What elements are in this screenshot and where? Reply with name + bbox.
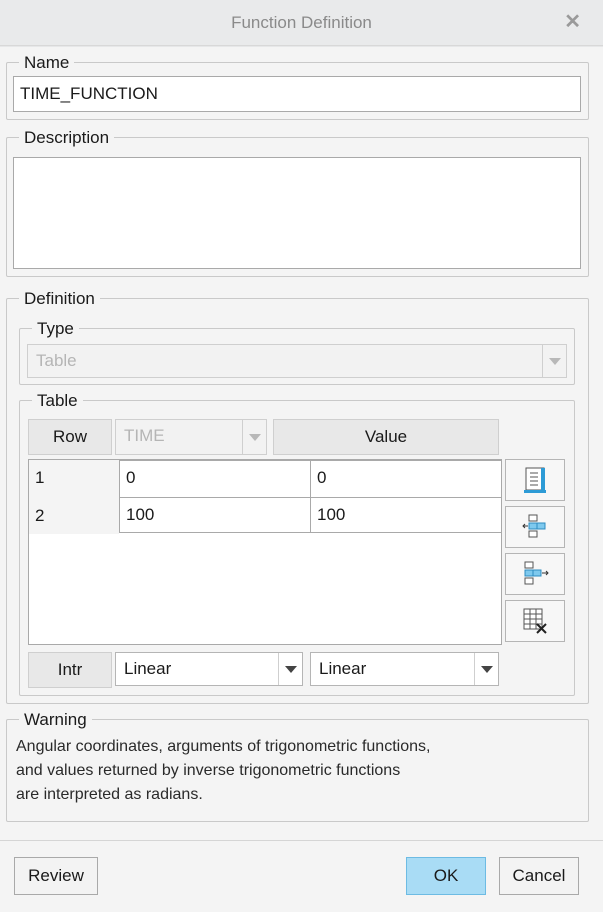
chevron-down-icon[interactable] [474, 653, 498, 685]
warning-text: Angular coordinates, arguments of trigon… [16, 735, 430, 807]
cancel-button[interactable]: Cancel [499, 857, 579, 895]
chevron-down-icon [542, 345, 566, 377]
row-index: 1 [29, 460, 119, 498]
table-legend: Table [32, 391, 83, 411]
table-group: Table Row TIME Value 1 0 0 2 100 100 Int… [19, 391, 575, 696]
insert-row-after-button[interactable] [505, 553, 565, 595]
time-interp-select[interactable]: Linear [115, 652, 303, 686]
type-select: Table [27, 344, 567, 378]
value-interp-value: Linear [319, 659, 367, 678]
type-legend: Type [32, 319, 79, 339]
value-cell[interactable]: 0 [310, 460, 502, 498]
insert-row-before-button[interactable] [505, 506, 565, 548]
close-icon[interactable]: ✕ [564, 12, 581, 32]
chevron-down-icon[interactable] [278, 653, 302, 685]
description-legend: Description [19, 128, 115, 148]
description-textarea[interactable] [13, 157, 581, 269]
description-group: Description [6, 128, 589, 277]
row-index: 2 [29, 498, 119, 534]
delete-table-button[interactable] [505, 600, 565, 642]
definition-legend: Definition [19, 289, 100, 309]
warning-line: are interpreted as radians. [16, 786, 203, 803]
time-interp-value: Linear [124, 659, 172, 678]
time-column-value: TIME [124, 426, 165, 445]
window-title: Function Definition [231, 13, 372, 32]
name-legend: Name [19, 53, 75, 73]
type-select-value: Table [36, 351, 77, 370]
data-grid[interactable]: 1 0 0 2 100 100 [28, 459, 502, 645]
title-bar: Function Definition ✕ [0, 0, 603, 46]
table-edit-button[interactable] [505, 459, 565, 501]
review-button[interactable]: Review [14, 857, 98, 895]
name-group: Name [6, 53, 589, 120]
warning-line: Angular coordinates, arguments of trigon… [16, 738, 431, 755]
warning-legend: Warning [19, 710, 92, 730]
insert-row-after-icon [524, 561, 549, 585]
type-group: Type Table [19, 319, 575, 385]
ok-button[interactable]: OK [406, 857, 486, 895]
name-input[interactable] [13, 76, 581, 112]
value-cell[interactable]: 100 [310, 497, 502, 533]
interp-label: Intr [28, 652, 112, 688]
insert-row-before-icon [522, 514, 546, 538]
row-header: Row [28, 419, 112, 455]
warning-line: and values returned by inverse trigonome… [16, 762, 401, 779]
delete-table-icon [523, 608, 547, 634]
time-cell[interactable]: 0 [119, 460, 311, 498]
chevron-down-icon [242, 420, 266, 454]
footer-divider [0, 840, 603, 841]
table-edit-icon [524, 467, 546, 493]
value-header: Value [273, 419, 499, 455]
time-cell[interactable]: 100 [119, 497, 311, 533]
time-column-select: TIME [115, 419, 267, 455]
value-interp-select[interactable]: Linear [310, 652, 499, 686]
definition-group: Definition Type Table Table Row TIME Val… [6, 289, 589, 704]
